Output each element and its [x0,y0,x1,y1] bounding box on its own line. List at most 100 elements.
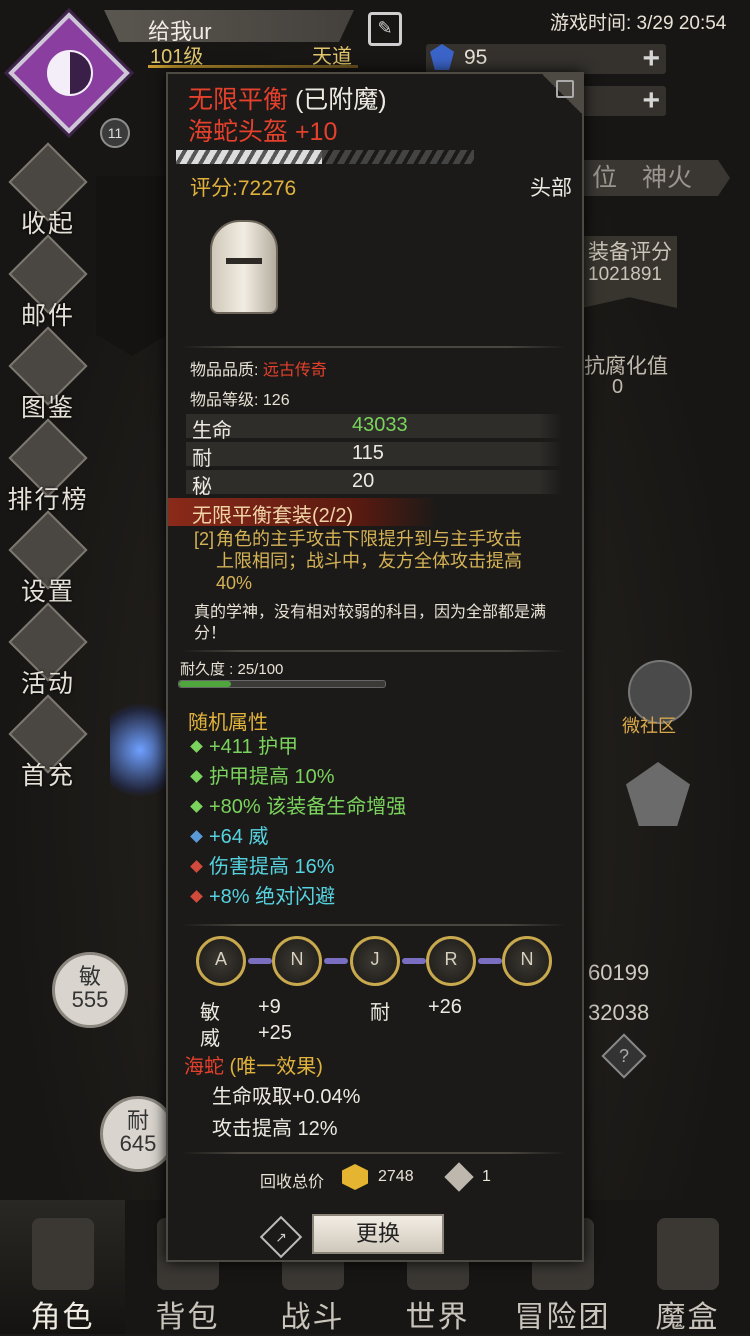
side-menu-collapse[interactable]: 收起 [6,142,90,240]
set-bonus-tag: [2] [194,529,215,549]
nav-label: 战斗 [280,1301,345,1334]
stat-circle-value: 555 [71,987,109,1012]
anti-corrosion-label: 抗腐化值 [584,355,668,378]
equip-score-value: 1021891 [588,264,662,285]
edit-name-icon[interactable]: ✎ [368,12,402,46]
durability-bar [178,680,386,688]
level-underline [148,65,358,68]
tab-divine-fire[interactable]: 神火 [630,160,730,196]
unique-effect-title: 海蛇 (唯一效果) [184,1050,323,1079]
nav-label: 背包 [155,1301,220,1334]
stat-circle-endurance: 耐 645 [100,1096,176,1172]
nav-magic-box[interactable]: 魔盒 [625,1200,750,1334]
gem-stat-value: +9 [258,996,281,1018]
divider [182,1152,566,1154]
gem-sockets: A N J R N [196,936,556,992]
gem-rune: J [370,949,380,969]
level-bar: 101级 天道 [148,40,358,68]
helmet-visor [226,258,262,264]
avatar-badge: 11 [100,118,130,148]
side-menu-ranking[interactable]: 排行榜 [6,418,90,516]
recycle-shard-value: 1 [482,1168,491,1185]
random-attr-text: +8% 绝对闪避 [209,886,336,908]
unique-effect-line: 生命吸取+0.04% [212,1086,361,1108]
item-stat-key: 生命 [192,420,232,442]
gem-link [324,958,348,964]
share-icon: ↗ [275,1229,287,1245]
unique-effect-tag: (唯一效果) [224,1056,323,1078]
add-currency-button-2[interactable]: + [642,84,660,118]
item-quality-bar-empty [322,150,474,164]
random-attr-text: +411 护甲 [209,736,299,758]
blue-gem-icon [430,44,454,70]
swap-button[interactable]: 更换 [312,1214,444,1254]
nav-label: 角色 [30,1301,95,1334]
unique-effect-line: 攻击提高 12% [212,1118,338,1140]
item-slot: 头部 [530,177,572,200]
divider [182,650,566,652]
side-menu-events[interactable]: 活动 [6,602,90,700]
player-avatar[interactable]: 11 [8,12,130,148]
set-bonus-description: [2] 角色的主手攻击下限提升到与主手攻击 上限相同；战斗中，友方全体攻击提高 4… [194,528,564,594]
random-attr: 伤害提高 16% [188,850,335,879]
equip-score-label: 装备评分 [588,241,672,264]
lock-icon[interactable] [556,80,574,98]
gem-socket[interactable]: N [502,936,552,986]
red-bullet-icon [190,860,203,873]
nav-label: 世界 [405,1301,470,1334]
green-bullet-icon [190,800,203,813]
share-button[interactable]: ↗ [259,1215,303,1259]
set-name-bar: 无限平衡套装(2/2) [168,498,438,527]
random-attr: +8% 绝对闪避 [188,880,335,909]
player-name-bar: 给我ur [104,10,354,42]
unique-effect-name: 海蛇 [184,1056,224,1078]
random-attr: 护甲提高 10% [188,760,335,789]
divider [182,346,566,348]
item-enchanted-tag: (已附魔) [288,86,387,114]
side-menu-codex[interactable]: 图鉴 [6,326,90,424]
blue-flame-effect [110,690,170,810]
community-label[interactable]: 微社区 [622,712,676,738]
item-stat-key: 耐 [192,448,212,470]
random-attr: +64 威 [188,820,268,849]
gem-socket[interactable]: R [426,936,476,986]
gem-rune: R [444,949,458,969]
magic-box-icon [657,1218,719,1290]
gem-link [478,958,502,964]
gem-rune: N [290,949,304,969]
gem-socket[interactable]: N [272,936,322,986]
gold-icon [342,1164,368,1190]
nav-label: 魔盒 [655,1301,720,1334]
gem-socket[interactable]: A [196,936,246,986]
random-attr-text: +64 威 [209,826,269,848]
item-stat-row: 生命 43033 [186,414,578,442]
nav-character[interactable]: 角色 [0,1200,125,1334]
item-stat-value: 115 [352,442,384,464]
item-stat-row: 秘 20 [186,470,578,498]
side-menu-label: 首充 [20,762,75,790]
stat-circle-value: 645 [119,1131,157,1156]
red-bullet-icon [190,890,203,903]
gem-socket[interactable]: J [350,936,400,986]
item-quality: 物品品质: 远古传奇 [190,356,327,380]
durability-label: 耐久度 : 25/100 [180,661,284,678]
gem-link [402,958,426,964]
recycle-label: 回收总价 [260,1174,325,1191]
stat-circle-agility: 敏 555 [52,952,128,1028]
random-attr: +80% 该装备生命增强 [188,790,406,819]
right-stat-1: 60199 [588,960,650,985]
add-currency-button[interactable]: + [642,42,660,76]
gem-link [248,958,272,964]
anti-corrosion-value: 0 [612,376,624,398]
helmet-icon [32,1218,94,1290]
side-menu-settings[interactable]: 设置 [6,510,90,608]
item-stat-value: 43033 [352,414,408,436]
side-menu-first-charge[interactable]: 首充 [6,694,90,792]
side-menu-mail[interactable]: 邮件 [6,234,90,332]
gem-stat-value: +25 [258,1022,292,1044]
item-subtitle: 海蛇头盔 +10 [188,118,338,146]
random-attr-text: 伤害提高 16% [209,856,335,878]
gem-rune: N [520,949,534,969]
shard-icon [444,1162,474,1192]
green-bullet-icon [190,770,203,783]
